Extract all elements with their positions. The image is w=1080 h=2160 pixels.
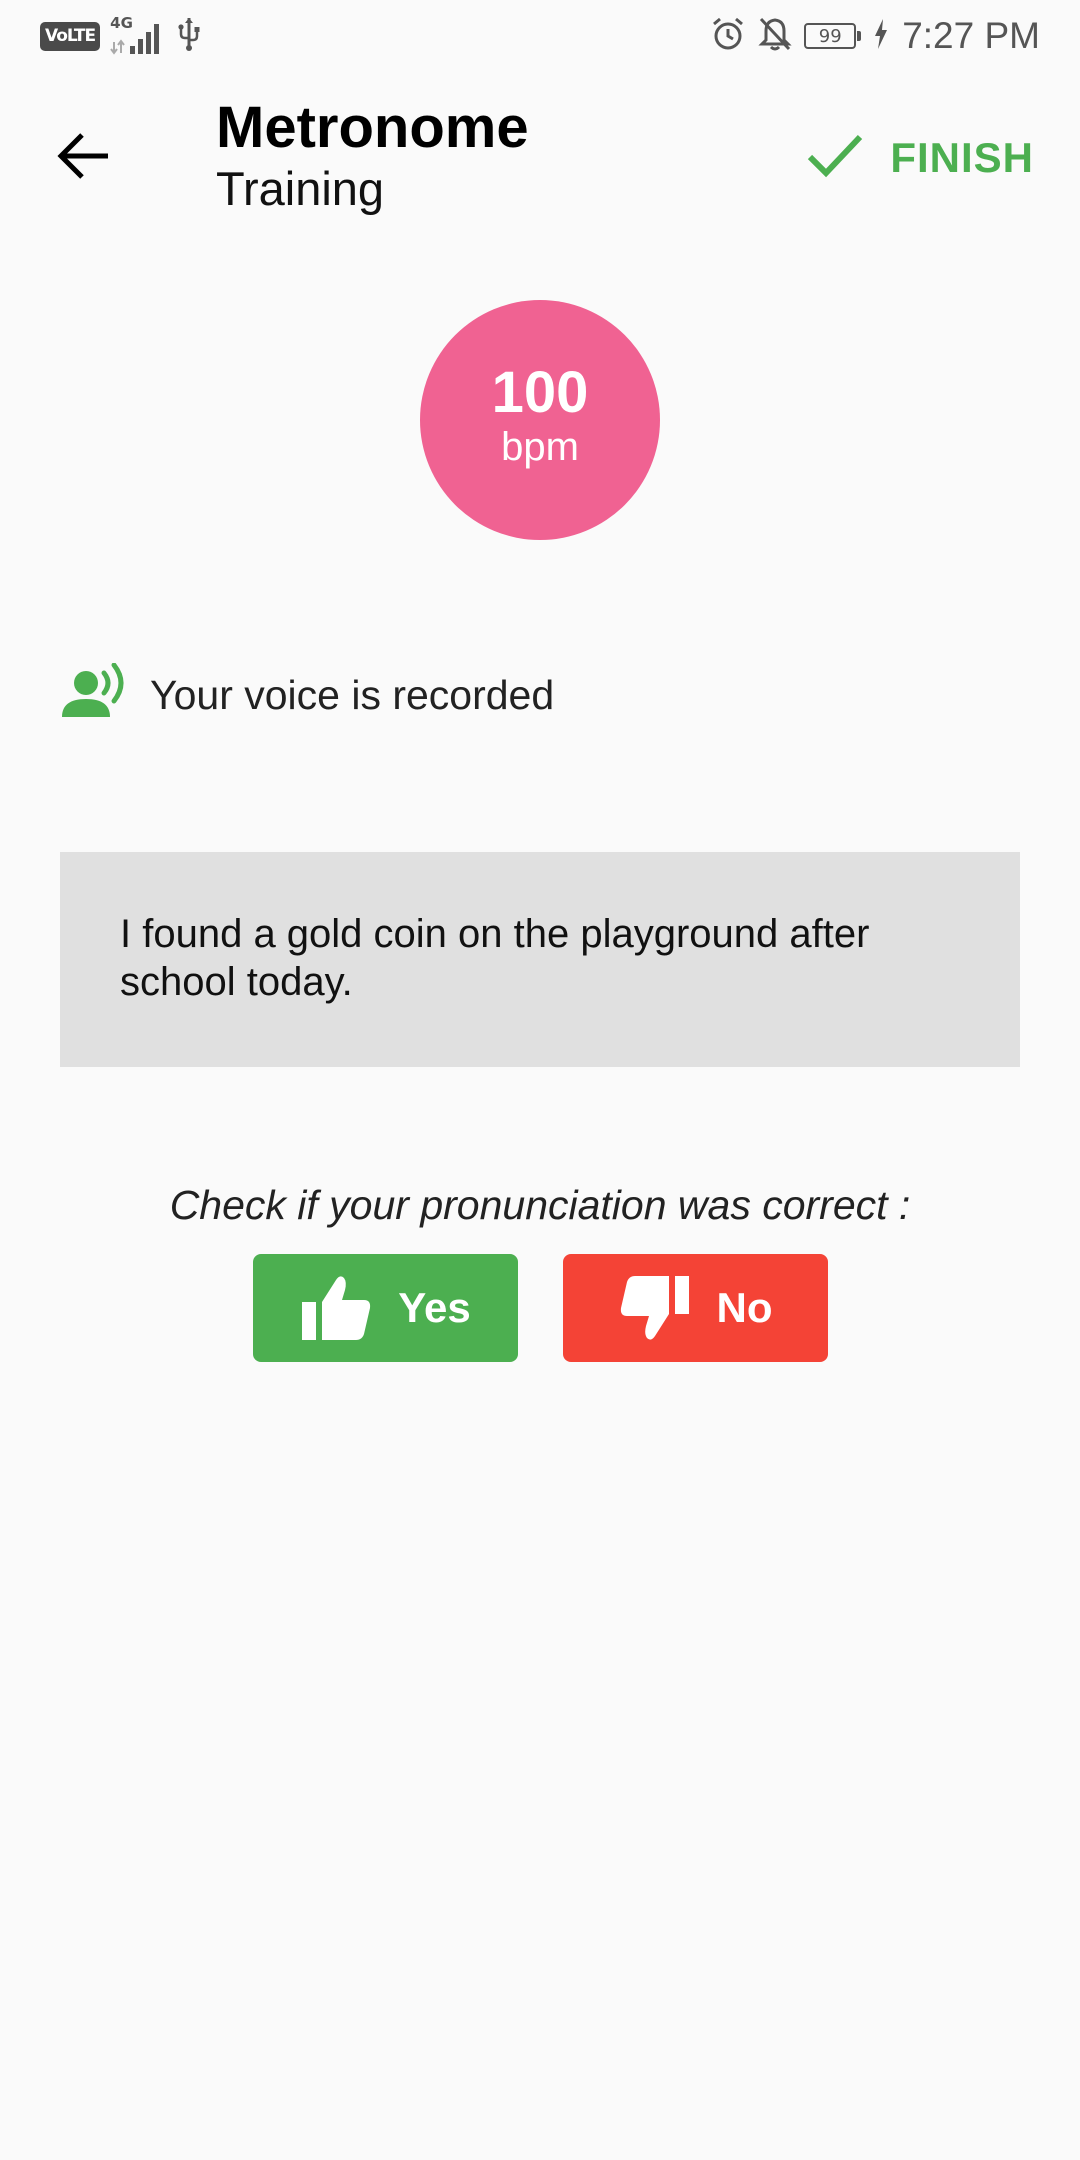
finish-label: FINISH: [890, 134, 1034, 181]
finish-button[interactable]: FINISH: [806, 122, 1034, 194]
sentence-card: I found a gold coin on the playground af…: [60, 852, 1020, 1067]
title-block: Metronome Training: [216, 96, 529, 218]
signal-icon: 4G: [110, 16, 166, 56]
usb-icon: [176, 16, 202, 57]
yes-label: Yes: [398, 1284, 471, 1331]
pronunciation-prompt: Check if your pronunciation was correct …: [169, 1182, 911, 1228]
charging-icon: [874, 18, 888, 55]
page-title: Metronome: [216, 95, 529, 160]
check-icon: [806, 133, 864, 184]
volte-badge: VoLTE: [40, 21, 101, 51]
alarm-icon: [710, 16, 746, 57]
battery-icon: 99: [804, 23, 862, 49]
no-button[interactable]: No: [563, 1254, 828, 1362]
no-label: No: [716, 1284, 773, 1331]
recording-label: Your voice is recorded: [150, 671, 555, 718]
toolbar: Metronome Training FINISH: [0, 72, 1080, 242]
recording-status: Your voice is recorded: [60, 660, 554, 730]
voice-recording-icon: [60, 662, 132, 727]
thumb-up-icon: [300, 1274, 372, 1342]
notifications-off-icon: [758, 16, 792, 57]
sentence-text: I found a gold coin on the playground af…: [120, 912, 870, 1004]
thumb-down-icon: [619, 1274, 691, 1342]
yes-button[interactable]: Yes: [253, 1254, 518, 1362]
back-button[interactable]: [40, 114, 128, 202]
tempo-unit: bpm: [501, 425, 579, 469]
answer-buttons: Yes No: [253, 1254, 828, 1362]
tempo-value: 100: [491, 360, 589, 425]
status-bar-right: 99 7:27 PM: [710, 14, 1040, 58]
clock: 7:27 PM: [902, 15, 1040, 56]
status-bar: VoLTE 4G 99 7:27 PM: [0, 0, 1080, 72]
arrow-back-icon: [56, 131, 112, 186]
page-subtitle: Training: [216, 162, 385, 215]
tempo-indicator: 100 bpm: [420, 300, 660, 540]
status-bar-left: VoLTE 4G: [40, 16, 202, 56]
